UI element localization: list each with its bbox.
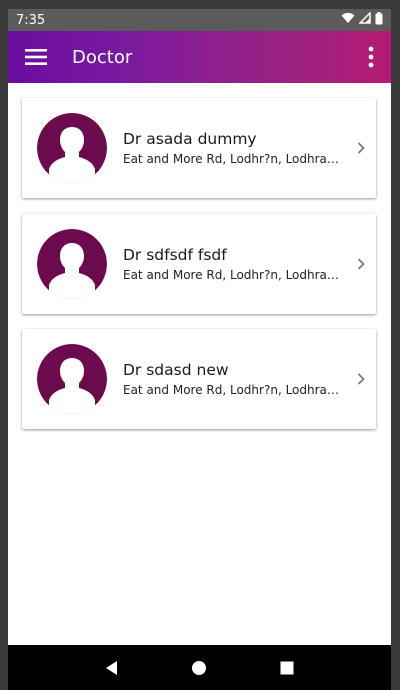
doctor-info: Dr asada dummy Eat and More Rd, Lodhr?n,… xyxy=(123,130,346,166)
avatar-icon xyxy=(37,229,107,299)
avatar-icon xyxy=(37,344,107,414)
page-title: Doctor xyxy=(72,46,133,68)
home-icon[interactable] xyxy=(179,648,219,688)
signal-icon xyxy=(358,11,371,28)
avatar-icon xyxy=(37,113,107,183)
device-screen: 7:35 Doctor Dr asada dummy Eat and More … xyxy=(8,9,391,690)
status-bar: 7:35 xyxy=(8,9,391,31)
doctor-name: Dr asada dummy xyxy=(123,130,257,148)
doctor-address: Eat and More Rd, Lodhr?n, Lodhran, Pakis… xyxy=(123,268,346,282)
back-icon[interactable] xyxy=(92,648,132,688)
battery-icon xyxy=(375,11,383,29)
wifi-icon xyxy=(341,12,355,28)
chevron-right-icon xyxy=(346,214,376,314)
hamburger-menu-icon[interactable] xyxy=(16,37,56,77)
doctor-address: Eat and More Rd, Lodhr?n, Lodhran, Pakis… xyxy=(123,152,346,166)
status-icons xyxy=(341,11,383,29)
chevron-right-icon xyxy=(346,329,376,429)
doctor-info: Dr sdasd new Eat and More Rd, Lodhr?n, L… xyxy=(123,361,346,397)
system-nav-bar xyxy=(8,645,391,690)
recents-icon[interactable] xyxy=(267,648,307,688)
doctor-card[interactable]: Dr sdasd new Eat and More Rd, Lodhr?n, L… xyxy=(22,329,376,429)
doctor-name: Dr sdfsdf fsdf xyxy=(123,246,227,264)
doctor-name: Dr sdasd new xyxy=(123,361,229,379)
doctor-info: Dr sdfsdf fsdf Eat and More Rd, Lodhr?n,… xyxy=(123,246,346,282)
more-vert-icon[interactable] xyxy=(361,37,381,77)
doctor-card[interactable]: Dr sdfsdf fsdf Eat and More Rd, Lodhr?n,… xyxy=(22,214,376,314)
status-time: 7:35 xyxy=(16,12,46,28)
chevron-right-icon xyxy=(346,98,376,198)
app-bar: Doctor xyxy=(8,31,391,83)
doctor-address: Eat and More Rd, Lodhr?n, Lodhran, Pakis… xyxy=(123,383,346,397)
doctor-list: Dr asada dummy Eat and More Rd, Lodhr?n,… xyxy=(8,83,391,645)
doctor-card[interactable]: Dr asada dummy Eat and More Rd, Lodhr?n,… xyxy=(22,98,376,198)
